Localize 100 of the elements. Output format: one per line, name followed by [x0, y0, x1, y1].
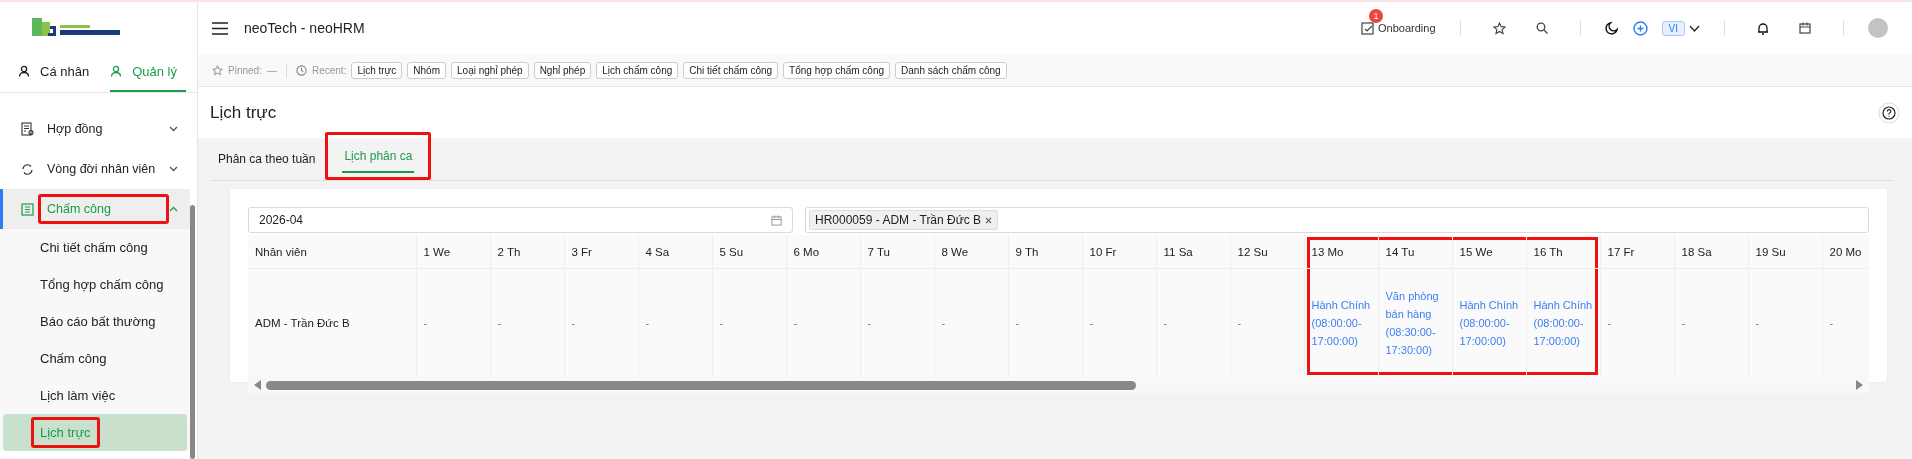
horizontal-scrollbar[interactable]	[248, 377, 1869, 393]
month-field[interactable]: 2026-04	[248, 207, 793, 233]
shift-link[interactable]: -	[1015, 314, 1075, 332]
page-title: Lịch trực	[210, 102, 277, 123]
person-icon	[18, 65, 30, 77]
plus-circle-icon[interactable]	[1632, 20, 1648, 36]
column-header: 2 Th	[490, 235, 564, 269]
submenu-label: Lịch trực	[31, 417, 100, 448]
column-header: 18 Sa	[1674, 235, 1748, 269]
chevron-icon[interactable]	[1689, 24, 1700, 32]
menu-item[interactable]: Vòng đời nhân viên	[0, 149, 190, 189]
refresh-icon	[21, 162, 34, 176]
right-arrow-icon[interactable]	[1855, 380, 1863, 390]
shift-link[interactable]: -	[1163, 314, 1223, 332]
submenu-item[interactable]: Chấm công	[3, 340, 187, 377]
submenu-item[interactable]: Chi tiết chấm công	[3, 229, 187, 266]
calendar-icon	[771, 214, 782, 226]
close-icon[interactable]	[985, 216, 993, 224]
tab[interactable]: Phân ca theo tuần	[210, 138, 326, 180]
employee-select[interactable]: HR000059 - ADM - Trần Đức B	[805, 207, 1869, 233]
chevron-icon	[169, 206, 178, 212]
sidebar-tab[interactable]: Cá nhân	[0, 52, 99, 92]
column-header: 11 Sa	[1156, 235, 1230, 269]
help-icon[interactable]	[1878, 101, 1900, 124]
column-header: 13 Mo	[1304, 235, 1378, 269]
shift-link[interactable]: -	[497, 314, 557, 332]
recent-link[interactable]: Danh sách chấm công	[895, 61, 1007, 79]
recent-link[interactable]: Chi tiết chấm công	[683, 61, 779, 79]
submenu-item[interactable]: Lịch trực	[3, 414, 187, 451]
submenu-label: Tổng hợp chấm công	[39, 276, 165, 294]
shift-link[interactable]: -	[867, 314, 927, 332]
shift-link[interactable]: -	[719, 314, 779, 332]
moon-icon[interactable]	[1604, 21, 1619, 35]
employee-cell: ADM - Trần Đức B	[248, 268, 416, 377]
language-selector[interactable]: VI	[1661, 20, 1685, 36]
menu-item[interactable]: Hợp đồng	[0, 109, 190, 149]
submenu-label: Lịch làm việc	[39, 387, 117, 405]
submenu-item[interactable]: Tổng hợp chấm công	[3, 266, 187, 303]
pinned-label: Pinned:	[228, 64, 262, 76]
chevron-icon	[169, 126, 178, 132]
person-icon	[110, 65, 123, 77]
notification-badge: 1	[1369, 9, 1384, 23]
shift-link[interactable]: -	[571, 314, 631, 332]
column-header: 4 Sa	[638, 235, 712, 269]
pinned-value: —	[266, 64, 277, 76]
shift-link[interactable]: -	[1237, 314, 1297, 332]
recent-link[interactable]: Nhóm	[407, 61, 446, 79]
column-header: 17 Fr	[1600, 235, 1674, 269]
bell-icon[interactable]	[1757, 21, 1769, 35]
scrollbar[interactable]	[190, 205, 195, 459]
column-header: 15 We	[1452, 235, 1526, 269]
column-header: 20 Mo	[1822, 235, 1869, 269]
column-header: 19 Su	[1748, 235, 1822, 269]
search-icon[interactable]	[1535, 22, 1548, 34]
submenu-item[interactable]: Lịch làm việc	[3, 377, 187, 414]
document-icon	[21, 122, 34, 136]
recent-link[interactable]: Lịch trực	[351, 61, 403, 79]
column-header: 16 Th	[1526, 235, 1600, 269]
shift-link[interactable]: -	[941, 314, 1001, 332]
sidebar-tab[interactable]: Quản lý	[110, 52, 186, 92]
shift-link[interactable]: -	[1681, 314, 1741, 332]
shift-link[interactable]: -	[1089, 314, 1149, 332]
tab[interactable]: Lịch phân ca	[325, 132, 432, 180]
spreadsheet-icon	[21, 202, 34, 216]
onboarding-button[interactable]: Onboarding	[1361, 21, 1436, 35]
calendar-icon[interactable]	[1799, 22, 1811, 34]
column-header: 7 Tu	[860, 235, 934, 269]
submenu-label: Chấm công	[39, 350, 108, 368]
recent-link[interactable]: Nghỉ phép	[533, 61, 592, 79]
column-header: 1 We	[416, 235, 490, 269]
shift-link[interactable]: -	[423, 314, 483, 332]
column-header: 8 We	[934, 235, 1008, 269]
checklist-icon	[1361, 21, 1376, 35]
app-title: neoTech - neoHRM	[244, 20, 365, 36]
recent-label: Recent:	[311, 64, 347, 76]
column-header: 14 Tu	[1378, 235, 1452, 269]
recent-link[interactable]: Loại nghỉ phép	[451, 61, 529, 79]
star-icon	[212, 64, 223, 76]
menu-icon[interactable]	[212, 21, 228, 35]
shift-link[interactable]: -	[1829, 314, 1869, 332]
submenu-item[interactable]: Báo cáo bất thường	[3, 303, 187, 340]
column-header: 5 Su	[712, 235, 786, 269]
menu-label: Vòng đời nhân viên	[46, 161, 157, 178]
column-header: 10 Fr	[1082, 235, 1156, 269]
recent-link[interactable]: Tổng hợp chấm công	[783, 61, 891, 79]
clock-icon	[295, 64, 307, 76]
chevron-icon	[169, 166, 178, 172]
shift-link[interactable]: -	[1755, 314, 1815, 332]
left-arrow-icon[interactable]	[254, 380, 262, 390]
column-header: 12 Su	[1230, 235, 1304, 269]
menu-item[interactable]: Chấm công	[0, 189, 190, 229]
star-icon[interactable]	[1492, 21, 1506, 35]
menu-label: Hợp đồng	[46, 121, 104, 138]
submenu-label: Báo cáo bất thường	[39, 313, 157, 331]
submenu-label: Chi tiết chấm công	[39, 239, 149, 257]
shift-link[interactable]: -	[793, 314, 853, 332]
shift-link[interactable]: -	[645, 314, 705, 332]
recent-link[interactable]: Lịch chấm công	[596, 61, 679, 79]
column-header: 3 Fr	[564, 235, 638, 269]
shift-link[interactable]: -	[1607, 314, 1667, 332]
